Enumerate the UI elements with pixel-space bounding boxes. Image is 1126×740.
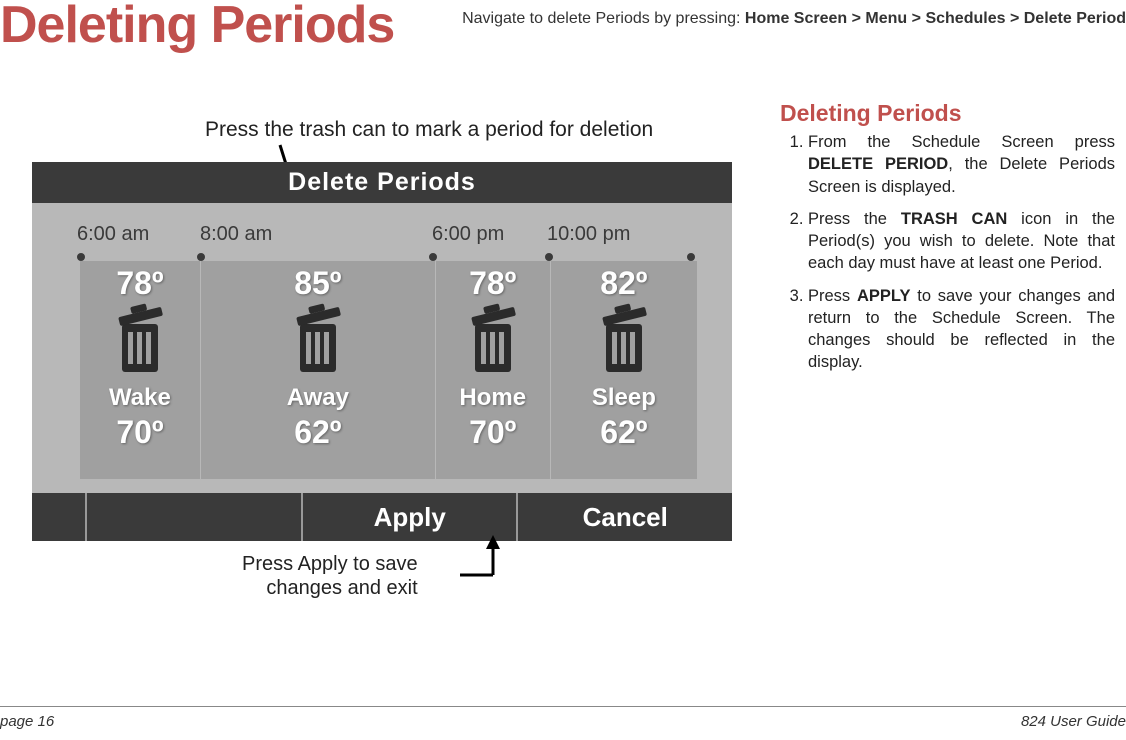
period-hi: 85º bbox=[294, 265, 341, 302]
arrow-bottom-icon bbox=[455, 535, 515, 585]
breadcrumb-sep: > bbox=[852, 10, 866, 27]
period-name: Wake bbox=[109, 384, 171, 412]
callout-trash: Press the trash can to mark a period for… bbox=[205, 118, 653, 142]
time-label: 8:00 am bbox=[200, 223, 272, 246]
instructions-panel: Deleting Periods From the Schedule Scree… bbox=[780, 100, 1115, 384]
trash-icon[interactable] bbox=[594, 300, 654, 380]
period-lo: 70º bbox=[116, 414, 163, 451]
breadcrumb-menu: Menu bbox=[865, 10, 907, 27]
callout-apply: Press Apply to save changes and exit bbox=[242, 552, 418, 600]
period-home[interactable]: 78º Home70º bbox=[436, 261, 551, 479]
period-name: Sleep bbox=[592, 384, 656, 412]
tick-dot bbox=[429, 253, 437, 261]
instructions-list: From the Schedule Screen press DELETE PE… bbox=[808, 131, 1115, 374]
bottom-spacer bbox=[87, 493, 303, 541]
breadcrumb: Navigate to delete Periods by pressing: … bbox=[462, 10, 1126, 28]
bottom-spacer bbox=[32, 493, 87, 541]
period-hi: 78º bbox=[469, 265, 516, 302]
period-hi: 82º bbox=[600, 265, 647, 302]
breadcrumb-prefix: Navigate to delete Periods by pressing: bbox=[462, 10, 745, 27]
page-title: Deleting Periods bbox=[0, 0, 394, 55]
screen-title: Delete Periods bbox=[32, 162, 732, 203]
time-label: 6:00 pm bbox=[432, 223, 504, 246]
breadcrumb-schedules: Schedules bbox=[925, 10, 1005, 27]
trash-icon[interactable] bbox=[463, 300, 523, 380]
tick-dot bbox=[197, 253, 205, 261]
time-label: 10:00 pm bbox=[547, 223, 630, 246]
period-hi: 78º bbox=[116, 265, 163, 302]
period-sleep[interactable]: 82º Sleep62º bbox=[551, 261, 697, 479]
period-lo: 70º bbox=[469, 414, 516, 451]
footer-page: page 16 bbox=[0, 713, 54, 730]
breadcrumb-home: Home Screen bbox=[745, 10, 847, 27]
timeline-area: 6:00 am8:00 am6:00 pm10:00 pm 78º Wake70… bbox=[32, 203, 732, 493]
period-wake[interactable]: 78º Wake70º bbox=[80, 261, 201, 479]
breadcrumb-delete: Delete Period bbox=[1024, 10, 1126, 27]
trash-icon[interactable] bbox=[110, 300, 170, 380]
tick-dot bbox=[77, 253, 85, 261]
thermostat-screen: Delete Periods 6:00 am 8:00 am 6:00 pm 10:0… bbox=[32, 162, 732, 541]
breadcrumb-sep: > bbox=[912, 10, 926, 27]
cancel-button[interactable]: Cancel bbox=[518, 493, 732, 541]
times-row: 6:00 am 8:00 am 6:00 pm 10:00 pm bbox=[32, 223, 732, 247]
bottom-bar: Apply Cancel bbox=[32, 493, 732, 541]
callout-apply-l1: Press Apply to save bbox=[242, 553, 418, 575]
tick-dot bbox=[545, 253, 553, 261]
period-name: Home bbox=[459, 384, 526, 412]
footer: page 16 824 User Guide bbox=[0, 706, 1126, 730]
instruction-step: Press the TRASH CAN icon in the Period(s… bbox=[808, 208, 1115, 275]
trash-icon[interactable] bbox=[288, 300, 348, 380]
period-name: Away bbox=[287, 384, 349, 412]
callout-apply-l2: changes and exit bbox=[266, 577, 417, 599]
period-away[interactable]: 85º Away62º bbox=[201, 261, 436, 479]
period-lo: 62º bbox=[294, 414, 341, 451]
instruction-step: Press APPLY to save your changes and ret… bbox=[808, 285, 1115, 374]
apply-button[interactable]: Apply bbox=[303, 493, 519, 541]
periods-row: 78º Wake70º85º Away62º78º Home70º82º bbox=[80, 261, 697, 479]
instruction-step: From the Schedule Screen press DELETE PE… bbox=[808, 131, 1115, 198]
period-lo: 62º bbox=[600, 414, 647, 451]
instructions-title: Deleting Periods bbox=[780, 100, 1115, 127]
time-label: 6:00 am bbox=[77, 223, 149, 246]
footer-guide: 824 User Guide bbox=[1021, 713, 1126, 730]
tick-dot bbox=[687, 253, 695, 261]
breadcrumb-sep: > bbox=[1010, 10, 1024, 27]
